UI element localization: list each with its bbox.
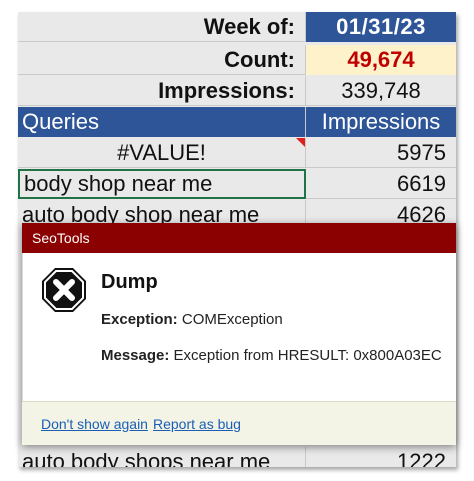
week-row: Week of: 01/31/23 [18, 12, 456, 42]
impressions-cell[interactable]: 5975 [306, 138, 456, 168]
impressions-cell[interactable]: 1222 [306, 447, 456, 467]
impressions-value-cell[interactable]: 339,748 [306, 76, 456, 106]
dialog-body: Dump Exception: COMException Message: Ex… [22, 253, 456, 401]
impressions-header-cell[interactable]: Impressions [306, 107, 456, 137]
exception-label: Exception: [101, 311, 178, 328]
impressions-cell[interactable]: 6619 [306, 169, 456, 199]
seotools-error-dialog: SeoTools Dump Exception: COMException Me… [22, 223, 456, 445]
query-text: #VALUE! [117, 139, 206, 165]
stop-error-icon [42, 268, 86, 312]
query-cell-error[interactable]: #VALUE! [18, 138, 306, 168]
dont-show-again-link[interactable]: Don't show again [41, 416, 148, 432]
count-row: Count: 49,674 [18, 45, 456, 75]
table-row: auto body shops near me 1222 [18, 447, 456, 467]
impressions-label-cell[interactable]: Impressions: [18, 76, 306, 106]
dialog-heading: Dump [101, 271, 158, 293]
message-line: Message: Exception from HRESULT: 0x800A0… [101, 347, 442, 364]
report-as-bug-link[interactable]: Report as bug [153, 416, 241, 432]
week-label-cell[interactable]: Week of: [18, 12, 306, 42]
queries-header-cell[interactable]: Queries [18, 107, 306, 137]
dialog-titlebar[interactable]: SeoTools [22, 223, 456, 253]
table-row: body shop near me 6619 [18, 169, 456, 199]
count-value-cell[interactable]: 49,674 [306, 45, 456, 75]
impressions-row: Impressions: 339,748 [18, 76, 456, 106]
exception-value: COMException [181, 311, 283, 328]
comment-indicator[interactable] [296, 138, 305, 147]
dialog-title: SeoTools [32, 230, 90, 246]
table-row: #VALUE! 5975 [18, 138, 456, 168]
table-header-row: Queries Impressions [18, 107, 456, 137]
message-value: Exception from HRESULT: 0x800A03EC [173, 347, 442, 364]
dialog-footer: Don't show again Report as bug [22, 401, 456, 445]
query-cell[interactable]: auto body shops near me [18, 447, 306, 467]
exception-line: Exception: COMException [101, 311, 283, 328]
query-cell-selected[interactable]: body shop near me [18, 169, 306, 199]
count-label-cell[interactable]: Count: [18, 45, 306, 75]
message-label: Message: [101, 347, 170, 364]
week-value-cell[interactable]: 01/31/23 [306, 12, 456, 42]
